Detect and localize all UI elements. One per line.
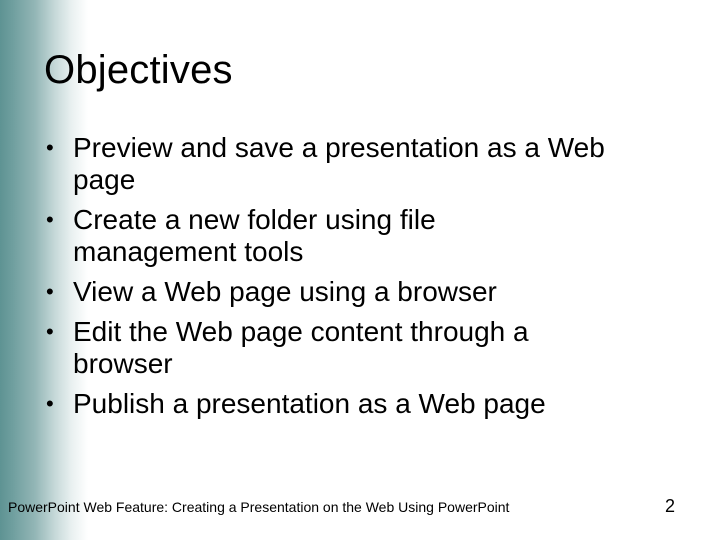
bullet-text-line: browser	[73, 348, 173, 379]
bullet-text-line: Create a new folder using file	[73, 204, 436, 235]
objectives-list: • Preview and save a presentation as a W…	[44, 132, 704, 428]
bullet-icon: •	[46, 207, 54, 232]
bullet-text-line: View a Web page using a browser	[73, 276, 497, 307]
list-item: • Edit the Web page content through a br…	[44, 316, 704, 380]
bullet-text-line: Edit the Web page content through a	[73, 316, 529, 347]
list-item: • Publish a presentation as a Web page	[44, 388, 704, 420]
bullet-icon: •	[46, 391, 54, 416]
list-item: • View a Web page using a browser	[44, 276, 704, 308]
slide-title: Objectives	[44, 48, 233, 92]
bullet-icon: •	[46, 319, 54, 344]
list-item: • Preview and save a presentation as a W…	[44, 132, 704, 196]
bullet-text-line: page	[73, 164, 136, 195]
bullet-text-line: Publish a presentation as a Web page	[73, 388, 546, 419]
slide-footer: PowerPoint Web Feature: Creating a Prese…	[8, 499, 510, 515]
bullet-text-line: Preview and save a presentation as a Web	[73, 132, 605, 163]
list-item: • Create a new folder using file managem…	[44, 204, 704, 268]
slide-number: 2	[665, 496, 676, 516]
slide: Objectives • Preview and save a presenta…	[0, 0, 720, 540]
bullet-icon: •	[46, 135, 54, 160]
bullet-icon: •	[46, 279, 54, 304]
bullet-text-line: management tools	[73, 236, 304, 267]
